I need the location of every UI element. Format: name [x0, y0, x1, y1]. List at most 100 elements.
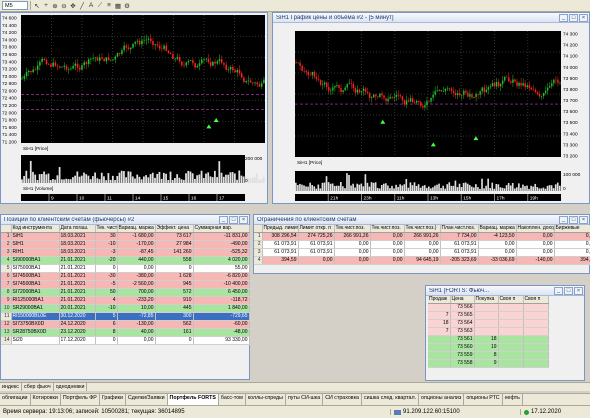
quote-row[interactable]: 7 73 565 — [428, 311, 549, 320]
column-header[interactable]: Тек.чист.поз.) — [404, 225, 441, 233]
quote-row[interactable]: 73 558 9 — [428, 359, 549, 368]
column-header[interactable]: Эффект. цена — [155, 225, 194, 233]
tab[interactable]: Портфель ФР — [61, 394, 100, 405]
column-header[interactable]: Покупка — [474, 296, 499, 304]
table-row[interactable]: 8 SI72000BA1 21.01.2021 50 700,00 572 6 450,00 — [1, 288, 250, 297]
column-header[interactable]: Цена — [450, 296, 475, 304]
table-row[interactable]: 2 61 073,91 61 073,91 0,00 0,00 0,00 61 073,91… — [254, 240, 590, 249]
table-row[interactable]: 14 Si20 17.12.2020 0 0,00 0 93 330,00 — [1, 336, 250, 345]
column-header[interactable]: Тек. чист.поз. — [95, 225, 118, 233]
close-icon[interactable]: × — [239, 215, 248, 224]
zoom-out-icon[interactable]: ⊖ — [60, 1, 68, 10]
quote-cell-buy — [474, 303, 499, 312]
line-icon[interactable]: ╱ — [78, 1, 86, 10]
arrow-icon[interactable]: ↖ — [33, 1, 41, 10]
close-icon[interactable]: × — [574, 286, 583, 295]
table-row[interactable]: 3 RIH1 18.03.2021 -3 -87,45 141 260 -525,32 — [1, 248, 250, 257]
close-icon[interactable]: × — [579, 215, 588, 224]
tab[interactable]: сишка след. квартал. — [362, 394, 420, 405]
minimize-icon[interactable]: _ — [559, 215, 568, 224]
table-row[interactable]: 12 SI73750BX0D 24.12.2020 6 -130,00 562 -60,00 — [1, 320, 250, 329]
chart1-svg[interactable]: 74 60074 40074 20074 000 73 80073 60073 4… — [1, 13, 267, 203]
close-icon[interactable]: × — [579, 13, 588, 22]
tab[interactable]: облигации — [0, 394, 31, 405]
chart2-titlebar[interactable]: SiH1 График цены и объёма #2 - [5 минут]… — [273, 13, 589, 23]
table-row[interactable]: 13 SR28750BX0D 23.12.2020 8 40,00 161 -48,00 — [1, 328, 250, 337]
column-header[interactable]: Предыд. лимит — [262, 225, 299, 233]
column-header[interactable]: Дата погаш. — [59, 225, 96, 233]
column-header[interactable]: Тек.чист.поз. — [334, 225, 371, 233]
table-row[interactable]: 2 SIH1 18.03.2021 -10 -170,00 27 984 -490,00 — [1, 240, 250, 249]
maximize-icon[interactable]: □ — [229, 215, 238, 224]
tab[interactable]: нефть — [503, 394, 523, 405]
tab[interactable]: однодневки — [54, 383, 88, 391]
table-row[interactable]: 4 SI90000BA1 21.01.2021 -20 440,00 558 4 020,0… — [1, 256, 250, 265]
pan-icon[interactable]: ✥ — [69, 1, 77, 10]
chart2-svg[interactable]: 74 300 74 200 74 100 74 000 73 900 73 800 73 7… — [273, 23, 589, 203]
quote-row[interactable]: 18 73 564 — [428, 319, 549, 328]
quote-row[interactable]: 7 73 563 — [428, 327, 549, 336]
tab[interactable]: сбер фьюч — [22, 383, 54, 391]
maximize-icon[interactable]: □ — [564, 286, 573, 295]
column-header[interactable]: Продаж — [428, 296, 451, 304]
maximize-icon[interactable]: □ — [569, 215, 578, 224]
quote-row[interactable]: 73 561 18 — [428, 335, 549, 344]
table-row[interactable]: 10 SR29000BA1 20.01.2021 -10 10,00 445 1 840,0… — [1, 304, 250, 313]
table-row[interactable]: 7 SI74500BA1 21.01.2021 -5 -2 560,00 945 -10 4… — [1, 280, 250, 289]
table-row[interactable]: 4 394,59 0,00 0,00 0,00 94 645,19 -205 323,69-… — [254, 256, 590, 265]
minimize-icon[interactable]: _ — [554, 286, 563, 295]
quote-row[interactable]: 73 559 8 — [428, 351, 549, 360]
table-cell-date: 21.01.2021 — [59, 264, 96, 273]
tab[interactable]: басс-том — [219, 394, 246, 405]
column-header[interactable]: Вариац. маржа — [478, 225, 517, 233]
table-row[interactable]: 1 308 296,54 274 725,26 266 991,26 0,00 266 9… — [254, 232, 590, 241]
fib-icon[interactable]: ≡ — [105, 1, 113, 10]
price-tick-label: 74 600 — [2, 16, 17, 22]
limits-titlebar[interactable]: Ограничения по клиентским счетам _ □ × — [254, 215, 589, 225]
minimize-icon[interactable]: _ — [559, 13, 568, 22]
text-icon[interactable]: A — [87, 1, 95, 10]
interval-select[interactable]: M5 — [2, 1, 28, 10]
column-header[interactable]: Своя п — [523, 296, 549, 304]
volume-bar — [513, 188, 516, 191]
grid-icon[interactable]: ▦ — [114, 1, 122, 10]
column-header[interactable]: Своя п — [498, 296, 524, 304]
tab[interactable]: Сделки/Заявки — [126, 394, 168, 405]
zoom-in-icon[interactable]: ⊕ — [51, 1, 59, 10]
tab[interactable]: индекс — [0, 383, 22, 391]
quote-row[interactable]: 73 566 — [428, 303, 549, 312]
table-row[interactable]: 9 RI125000BA1 21.01.2021 4 -233,20 910 -118,72 — [1, 296, 250, 305]
column-header[interactable]: Суммарная вар. — [193, 225, 250, 233]
tab[interactable]: Портфель FORTS — [167, 394, 219, 405]
maximize-icon[interactable]: □ — [569, 13, 578, 22]
quotes-titlebar[interactable]: SiH1 [FORTS: Фьюч... _ □ × — [426, 286, 584, 296]
tab[interactable]: Котировки — [31, 394, 61, 405]
tab[interactable]: путы СИ-шка — [286, 394, 324, 405]
positions-titlebar[interactable]: Позиции по клиентским счетам (фьючерсы) … — [1, 215, 249, 225]
tab[interactable]: опционы РТС — [464, 394, 503, 405]
tab[interactable]: опционы анализ — [419, 394, 465, 405]
volume-bar — [118, 172, 121, 183]
table-row[interactable]: 3 61 073,91 61 073,91 0,00 0,00 0,00 61 073,91… — [254, 248, 590, 257]
crosshair-icon[interactable]: + — [42, 1, 50, 10]
table-cell: 61 073,91 — [440, 240, 479, 249]
column-header[interactable]: Лимит откр. п — [298, 225, 335, 233]
quote-row[interactable]: 73 560 19 — [428, 343, 549, 352]
column-header[interactable]: Вариац. маржа — [117, 225, 156, 233]
column-header[interactable]: Биржевые — [554, 225, 590, 233]
trend-icon[interactable]: ⟋ — [96, 1, 104, 10]
table-row[interactable]: 5 SI75000BA1 21.01.2021 0 0,00 0 55,00 — [1, 264, 250, 273]
column-header[interactable]: Тек.чист.поз. — [370, 225, 405, 233]
settings-icon[interactable]: ⚙ — [123, 1, 131, 10]
column-header[interactable]: Код инструмента — [11, 225, 60, 233]
column-header[interactable]: Накоплен. доход — [516, 225, 555, 233]
table-row[interactable]: 11 RI150000BL0E 30.12.2020 5 -72,85 300 -729,6… — [1, 312, 250, 321]
table-row[interactable]: 1 SiH1 18.03.2021 30 -1 680,00 73 617 -11 831,… — [1, 232, 250, 241]
minimize-icon[interactable]: _ — [219, 215, 228, 224]
tab[interactable]: коллы-спреды — [246, 394, 286, 405]
tab[interactable]: Графики — [100, 394, 126, 405]
column-header[interactable]: План.чист.поз. — [440, 225, 479, 233]
tab[interactable]: СИ страховка — [323, 394, 362, 405]
volume-bar — [505, 185, 508, 191]
table-row[interactable]: 6 SI74500BA1 21.01.2021 -30 -380,00 1 628 -6 8… — [1, 272, 250, 281]
